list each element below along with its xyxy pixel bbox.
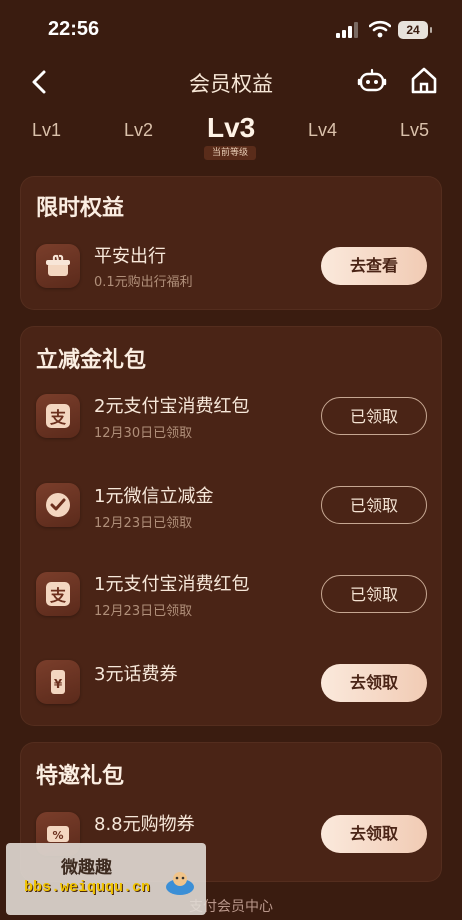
row-title: 3元话费券 <box>94 664 178 685</box>
tab-lv2[interactable]: Lv2 <box>124 120 153 141</box>
watermark-title: 微趣趣 <box>61 858 112 878</box>
row-title: 1元支付宝消费红包 <box>94 574 250 595</box>
section-title: 立减金礼包 <box>36 348 147 373</box>
robot-assistant-icon[interactable] <box>357 66 387 96</box>
page-title: 会员权益 <box>189 72 273 96</box>
claimed-button[interactable]: 已领取 <box>321 397 427 435</box>
tab-lv3[interactable]: Lv3 <box>207 112 255 144</box>
alipay-icon: 支 <box>36 394 80 438</box>
wechat-pay-icon <box>36 483 80 527</box>
claim-button[interactable]: 去领取 <box>321 664 427 702</box>
tab-lv1[interactable]: Lv1 <box>32 120 61 141</box>
row-subtitle: 12月30日已领取 <box>94 426 193 441</box>
phone-bill-icon: ¥ <box>36 660 80 704</box>
home-icon[interactable] <box>410 66 438 96</box>
status-bar: 22:56 24 <box>0 0 462 60</box>
row-subtitle: 12月23日已领取 <box>94 516 193 531</box>
signal-icon <box>336 22 358 38</box>
limited-benefits-card: 限时权益 平安出行 0.1元购出行福利 去查看 <box>20 176 442 310</box>
status-time: 22:56 <box>48 18 100 40</box>
alipay-icon: 支 <box>36 572 80 616</box>
discount-gift-card: 立减金礼包 支 2元支付宝消费红包 12月30日已领取 已领取 1元微信立减金 … <box>20 326 442 726</box>
claim-button[interactable]: 去领取 <box>321 815 427 853</box>
row-subtitle: 0.1元购出行福利 <box>94 275 193 290</box>
level-tabs: Lv1 Lv2 Lv3 Lv4 Lv5 当前等级 <box>0 112 462 166</box>
globe-mascot-icon <box>166 872 194 895</box>
svg-text:%: % <box>52 829 63 842</box>
section-title: 限时权益 <box>36 196 125 221</box>
claimed-button[interactable]: 已领取 <box>321 575 427 613</box>
row-title: 8.8元购物券 <box>94 814 195 835</box>
view-button[interactable]: 去查看 <box>321 247 427 285</box>
row-subtitle: 12月23日已领取 <box>94 604 193 619</box>
row-title: 平安出行 <box>94 246 166 267</box>
svg-text:¥: ¥ <box>54 677 63 691</box>
current-level-tag: 当前等级 <box>204 146 256 160</box>
gift-pot-icon <box>36 244 80 288</box>
nav-bar: 会员权益 <box>0 58 462 106</box>
tab-lv4[interactable]: Lv4 <box>308 120 337 141</box>
site-watermark: 微趣趣 bbs.weiququ.cn <box>6 843 206 915</box>
battery-icon: 24 <box>398 21 432 39</box>
tab-lv5[interactable]: Lv5 <box>400 120 429 141</box>
claimed-button[interactable]: 已领取 <box>321 486 427 524</box>
svg-text:支: 支 <box>49 586 67 605</box>
watermark-url: bbs.weiququ.cn <box>24 879 151 896</box>
row-title: 2元支付宝消费红包 <box>94 396 250 417</box>
svg-text:支: 支 <box>49 408 67 427</box>
section-title: 特邀礼包 <box>36 764 125 789</box>
row-title: 1元微信立减金 <box>94 486 214 507</box>
wifi-icon <box>369 20 391 38</box>
